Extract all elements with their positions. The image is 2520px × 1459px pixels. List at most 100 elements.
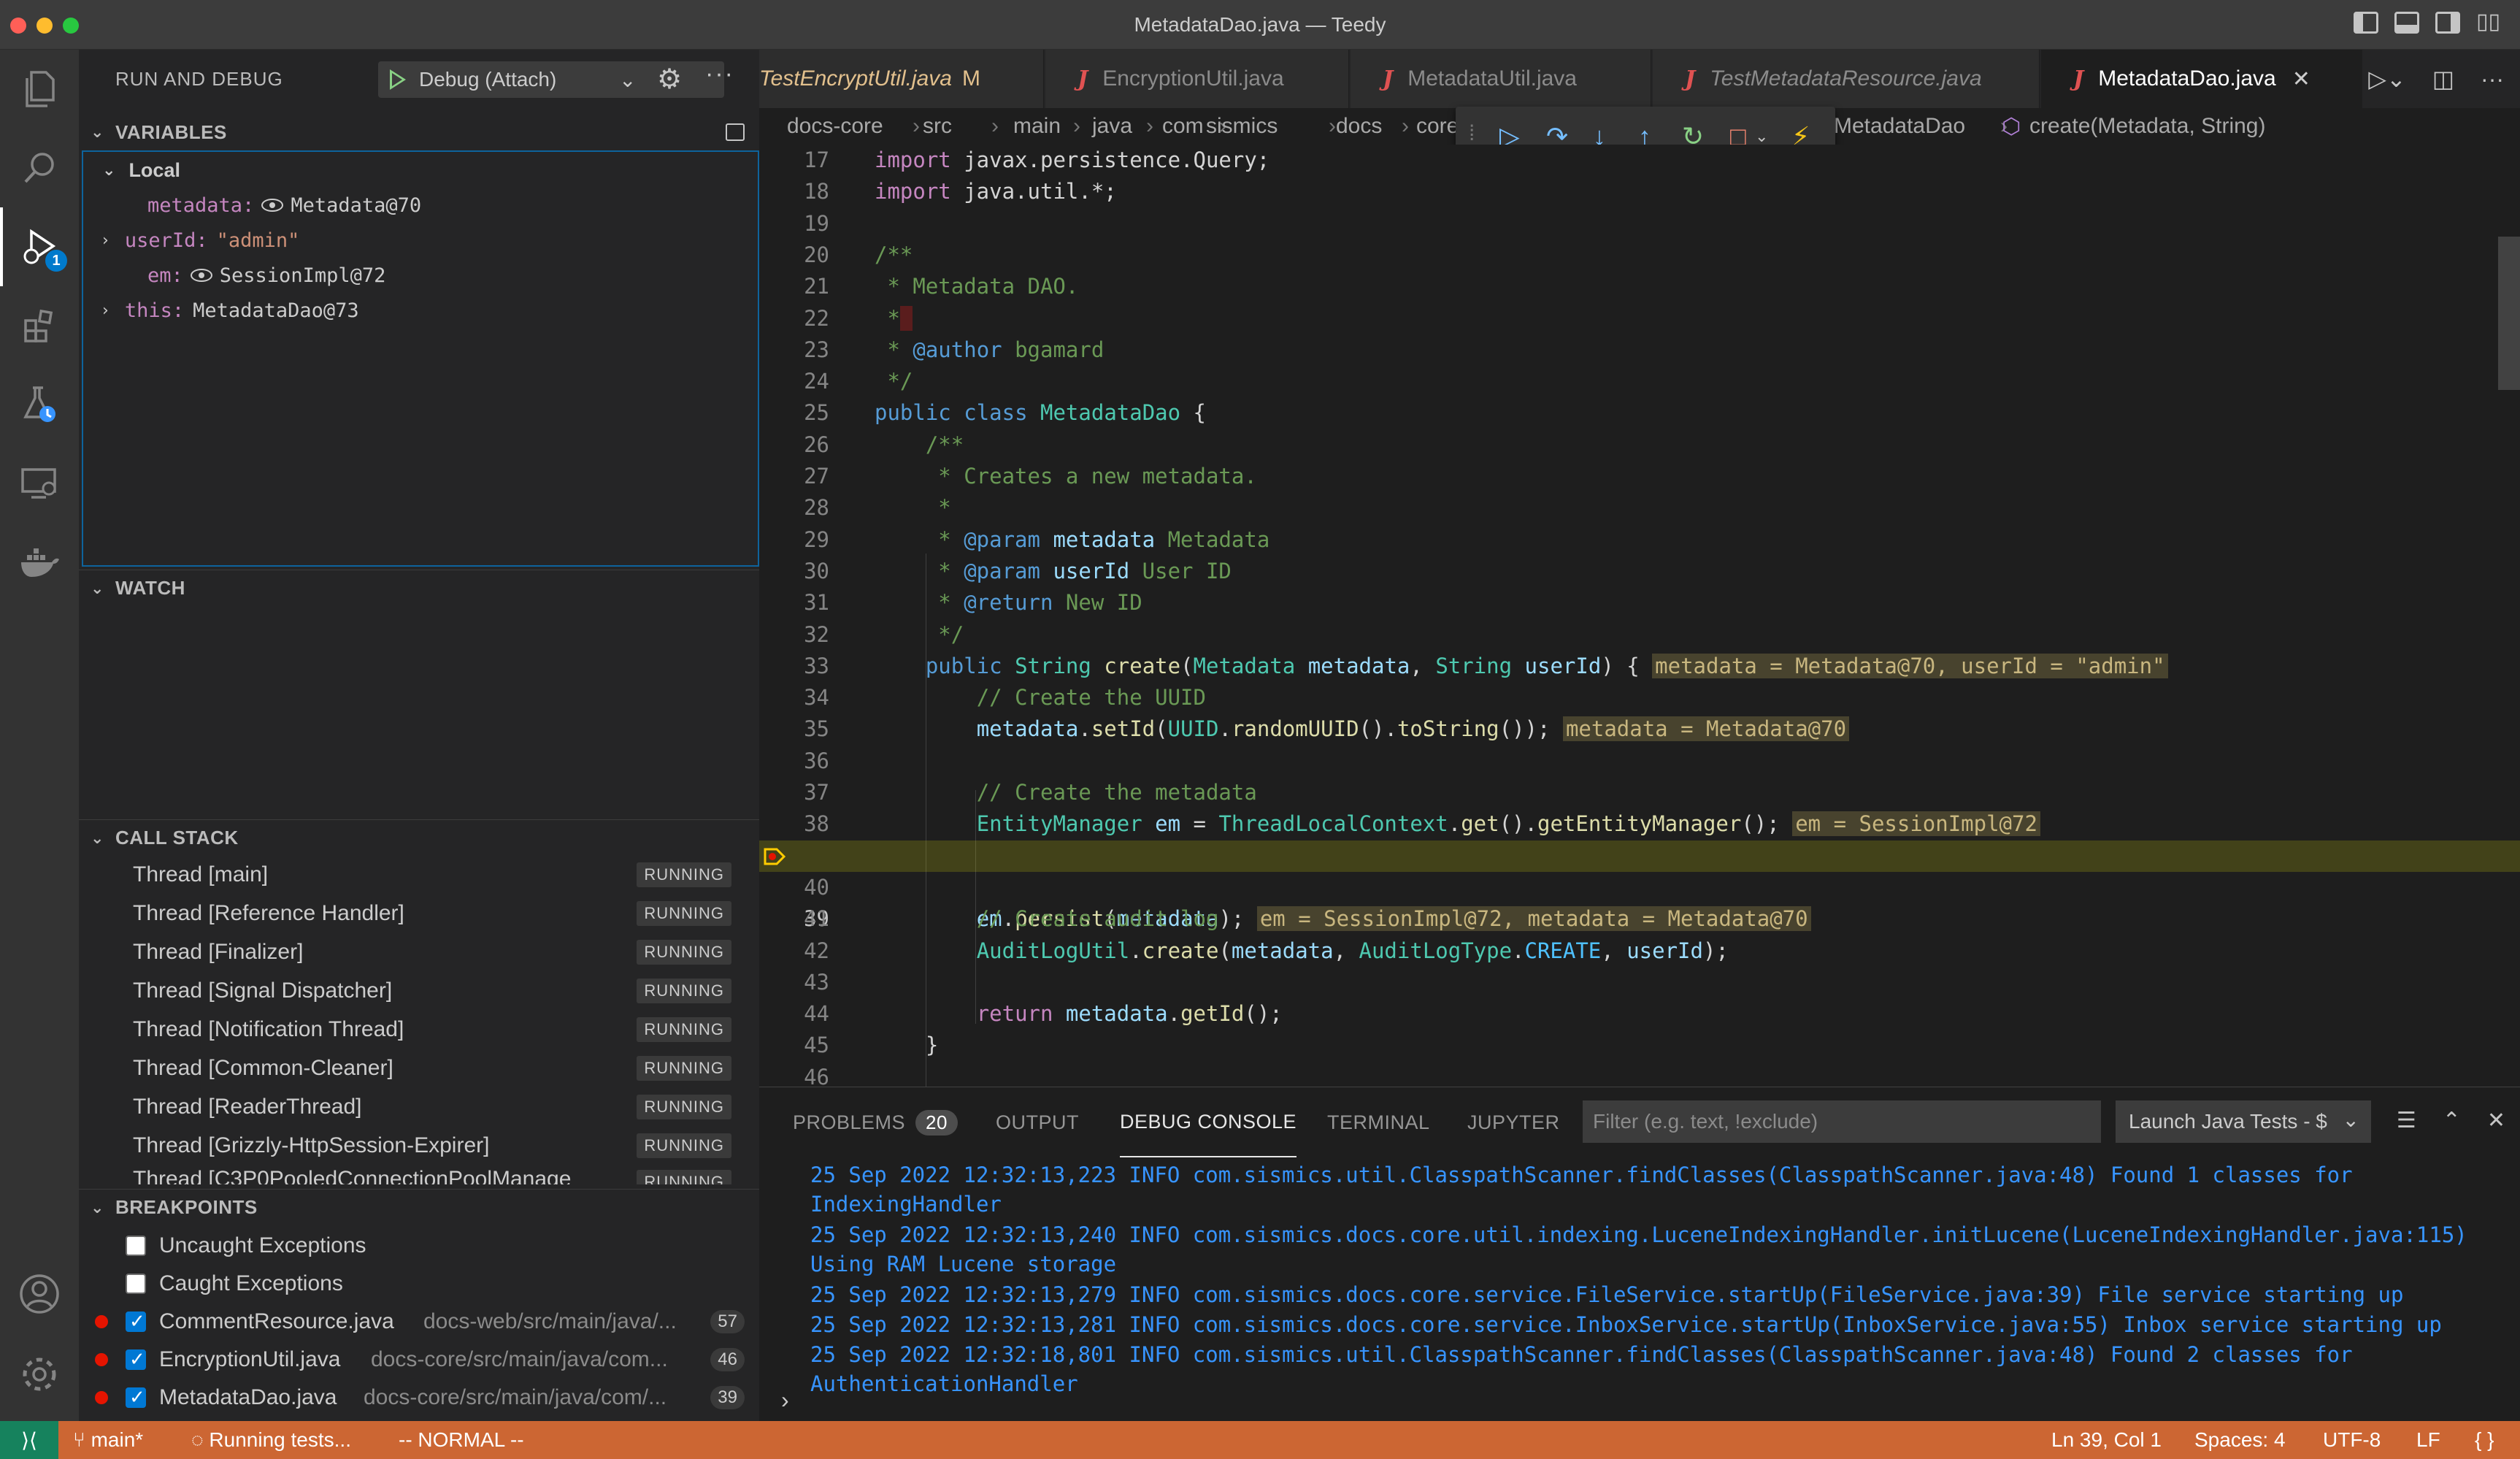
- thread-row[interactable]: Thread [Finalizer] RUNNING: [133, 933, 746, 971]
- test-status[interactable]: ◌ Running tests...: [191, 1428, 351, 1452]
- code-editor[interactable]: 17 import javax.persistence.Query; 18 impo…: [759, 145, 2520, 1087]
- breadcrumb-item[interactable]: src: [923, 114, 952, 139]
- run-debug-icon[interactable]: 1: [0, 207, 79, 286]
- breakpoint-checkbox[interactable]: [126, 1386, 146, 1409]
- variable-this[interactable]: › this: MetadataDao@73: [102, 292, 359, 329]
- remote-explorer-icon[interactable]: [0, 444, 79, 523]
- variable-em[interactable]: em: SessionImpl@72: [147, 257, 385, 294]
- breakpoint-checkbox[interactable]: [126, 1348, 146, 1371]
- console-input-prompt[interactable]: ›: [781, 1387, 789, 1414]
- thread-row[interactable]: Thread [C3P0PooledConnectionPoolManage RU…: [133, 1165, 746, 1184]
- thread-row[interactable]: Thread [Notification Thread] RUNNING: [133, 1011, 746, 1049]
- status-badge: RUNNING: [637, 1170, 731, 1184]
- chevron-down-icon: ⌄: [91, 123, 104, 141]
- console-line: 25 Sep 2022 12:32:13,223 INFO com.sismic…: [810, 1163, 2366, 1217]
- breakpoint-checkbox[interactable]: [126, 1274, 146, 1294]
- breakpoint-dot-icon: [95, 1315, 108, 1328]
- clear-console-icon[interactable]: ☰: [2397, 1108, 2416, 1133]
- indentation[interactable]: Spaces: 4: [2194, 1428, 2286, 1452]
- breakpoint-item[interactable]: EncryptionUtil.java docs-core/src/main/j…: [79, 1341, 759, 1379]
- branch-indicator[interactable]: ⑂ main*: [73, 1428, 143, 1452]
- tab-debug-console[interactable]: DEBUG CONSOLE: [1120, 1087, 1297, 1157]
- testing-icon[interactable]: [0, 365, 79, 444]
- window-controls: [10, 18, 79, 34]
- breakpoint-checkbox[interactable]: [126, 1236, 146, 1256]
- breadcrumb-item[interactable]: sismics: [1206, 114, 1278, 139]
- breadcrumb-item[interactable]: main: [1013, 114, 1061, 139]
- remote-indicator[interactable]: ⟩⟨: [0, 1421, 58, 1459]
- breakpoint-item[interactable]: CommentResource.java docs-web/src/main/j…: [79, 1303, 759, 1341]
- variables-section-header[interactable]: ⌄ VARIABLES: [79, 114, 759, 150]
- close-window-button[interactable]: [10, 18, 26, 34]
- watch-section-header[interactable]: ⌄ WATCH: [79, 570, 759, 606]
- more-actions-icon[interactable]: ···: [705, 60, 734, 88]
- scope-local[interactable]: ⌄ Local: [102, 152, 180, 188]
- toggle-secondary-sidebar-icon[interactable]: [2435, 12, 2460, 34]
- thread-row[interactable]: Thread [Reference Handler] RUNNING: [133, 895, 746, 933]
- breadcrumb-item[interactable]: create(Metadata, String): [2029, 114, 2265, 139]
- more-actions-icon[interactable]: ···: [2481, 66, 2504, 93]
- tab-terminal[interactable]: TERMINAL: [1327, 1087, 1430, 1157]
- minimize-window-button[interactable]: [37, 18, 53, 34]
- variables-panel: ⌄ Local metadata: Metadata@70 › userId: …: [82, 150, 759, 567]
- breadcrumb-item[interactable]: com: [1162, 114, 1204, 139]
- thread-row[interactable]: Thread [Grizzly-HttpSession-Expirer] RUNN…: [133, 1127, 746, 1165]
- breadcrumb-item[interactable]: docs-core: [787, 114, 883, 139]
- breakpoint-checkbox[interactable]: [126, 1310, 146, 1333]
- tab-jupyter[interactable]: JUPYTER: [1467, 1087, 1560, 1157]
- manage-gear-icon[interactable]: [0, 1335, 79, 1414]
- split-editor-icon[interactable]: ◫: [2432, 65, 2454, 93]
- chevron-down-icon[interactable]: ⌄: [1755, 127, 1768, 146]
- tab-metadatautil[interactable]: J MetadataUtil.java: [1351, 50, 1651, 108]
- console-filter-input[interactable]: Filter (e.g. text, !exclude): [1583, 1100, 2101, 1143]
- call-stack-section-header[interactable]: ⌄ CALL STACK: [79, 819, 759, 856]
- customize-layout-icon[interactable]: [2476, 9, 2501, 34]
- chevron-right-icon: ›: [102, 301, 109, 320]
- variable-metadata[interactable]: metadata: Metadata@70: [147, 187, 421, 223]
- breadcrumb-item[interactable]: MetadataDao: [1834, 114, 1999, 139]
- breakpoint-item[interactable]: MetadataDao.java docs-core/src/main/java…: [79, 1379, 759, 1417]
- end-of-line[interactable]: LF: [2416, 1428, 2440, 1452]
- uncaught-exceptions-breakpoint[interactable]: Uncaught Exceptions: [79, 1227, 759, 1265]
- breakpoints-section-header[interactable]: ⌄ BREAKPOINTS: [79, 1189, 759, 1225]
- run-icon[interactable]: ▷⌄: [2368, 65, 2405, 93]
- language-mode[interactable]: { }: [2475, 1428, 2494, 1452]
- close-icon[interactable]: ✕: [2292, 66, 2310, 92]
- variable-userid[interactable]: › userId: "admin": [102, 222, 299, 259]
- breadcrumb-item[interactable]: docs: [1336, 114, 1382, 139]
- toggle-primary-sidebar-icon[interactable]: [2354, 12, 2378, 34]
- tab-encryptionutil[interactable]: J EncryptionUtil.java: [1045, 50, 1349, 108]
- tab-testencryptutil[interactable]: TestEncryptUtil.java M: [759, 50, 1044, 108]
- close-icon[interactable]: ✕: [2487, 1108, 2505, 1133]
- drag-handle-icon[interactable]: ⁞: [1469, 121, 1475, 146]
- encoding[interactable]: UTF-8: [2323, 1428, 2381, 1452]
- cursor-position[interactable]: Ln 39, Col 1: [2051, 1428, 2162, 1452]
- thread-row[interactable]: Thread [ReaderThread] RUNNING: [133, 1088, 746, 1126]
- gear-icon[interactable]: ⚙: [657, 63, 682, 96]
- tab-metadatadao[interactable]: J MetadataDao.java ✕: [2041, 50, 2362, 108]
- lazy-eye-icon: [190, 269, 212, 282]
- start-debugging-icon[interactable]: [390, 69, 406, 90]
- files-icon[interactable]: [0, 50, 79, 129]
- caught-exceptions-breakpoint[interactable]: Caught Exceptions: [79, 1265, 759, 1303]
- thread-row[interactable]: Thread [Common-Cleaner] RUNNING: [133, 1049, 746, 1087]
- toggle-panel-icon[interactable]: [2394, 12, 2419, 34]
- editor-scrollbar[interactable]: [2498, 237, 2520, 390]
- account-icon[interactable]: [0, 1255, 79, 1333]
- maximize-window-button[interactable]: [63, 18, 79, 34]
- thread-row[interactable]: Thread [main] RUNNING: [133, 856, 746, 894]
- tab-problems[interactable]: PROBLEMS 20: [793, 1087, 958, 1157]
- search-icon[interactable]: [0, 129, 79, 207]
- tab-testmetadataresource[interactable]: J TestMetadataResource.java: [1653, 50, 2040, 108]
- collapse-all-icon[interactable]: [726, 123, 745, 141]
- code-line: 24 */: [804, 369, 913, 394]
- launch-config-select[interactable]: Launch Java Tests - $ ⌄: [2116, 1100, 2371, 1143]
- maximize-panel-icon[interactable]: ⌃: [2443, 1108, 2461, 1133]
- tab-output[interactable]: OUTPUT: [996, 1087, 1079, 1157]
- thread-row[interactable]: Thread [Signal Dispatcher] RUNNING: [133, 972, 746, 1010]
- breadcrumb-item[interactable]: core: [1416, 114, 1459, 139]
- docker-icon[interactable]: [0, 523, 79, 602]
- breadcrumb-item[interactable]: java: [1092, 114, 1132, 139]
- status-badge: RUNNING: [637, 1017, 731, 1042]
- extensions-icon[interactable]: [0, 286, 79, 365]
